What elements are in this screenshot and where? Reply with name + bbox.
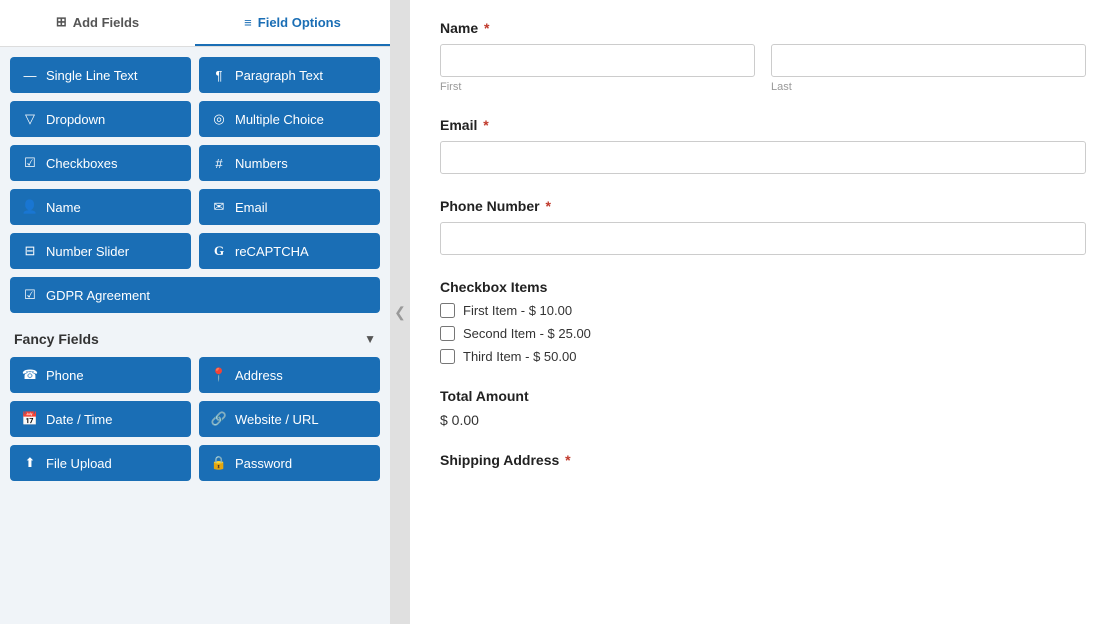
first-name-wrap: First <box>440 44 755 93</box>
field-btn-number-slider[interactable]: ⊟ Number Slider <box>10 233 191 269</box>
phone-required: * <box>542 198 551 214</box>
form-email-group: Email * <box>440 117 1086 174</box>
fancy-fields-section-header[interactable]: Fancy Fields ▼ <box>10 321 380 357</box>
checkbox-item-1-input[interactable] <box>440 303 455 318</box>
fancy-fields-label: Fancy Fields <box>14 331 99 347</box>
email-icon: ✉ <box>211 199 227 215</box>
field-btn-numbers[interactable]: # Numbers <box>199 145 380 181</box>
tab-field-options[interactable]: ≡ Field Options <box>195 0 390 46</box>
dropdown-icon: ▽ <box>22 111 38 127</box>
field-btn-recaptcha[interactable]: G reCAPTCHA <box>199 233 380 269</box>
field-btn-phone[interactable]: ☎ Phone <box>10 357 191 393</box>
website-url-icon: 🔗 <box>211 411 227 427</box>
form-name-group: Name * First Last <box>440 20 1086 93</box>
checkbox-items-list: First Item - $ 10.00 Second Item - $ 25.… <box>440 303 1086 364</box>
name-row: First Last <box>440 44 1086 93</box>
field-btn-gdpr[interactable]: ☑ GDPR Agreement <box>10 277 380 313</box>
form-total-amount-group: Total Amount $ 0.00 <box>440 388 1086 428</box>
field-btn-email[interactable]: ✉ Email <box>199 189 380 225</box>
phone-icon: ☎ <box>22 367 38 383</box>
tab-add-fields-label: Add Fields <box>73 15 139 30</box>
shipping-address-label: Shipping Address * <box>440 452 1086 468</box>
checkbox-item-1-label: First Item - $ 10.00 <box>463 303 572 318</box>
tab-field-options-label: Field Options <box>258 15 341 30</box>
file-upload-icon: ⬆ <box>22 455 38 471</box>
field-btn-paragraph-text[interactable]: ¶ Paragraph Text <box>199 57 380 93</box>
last-name-sub-label: Last <box>771 81 1086 93</box>
tab-add-fields[interactable]: ⊞ Add Fields <box>0 0 195 46</box>
name-label: Name * <box>440 20 1086 36</box>
first-name-sub-label: First <box>440 81 755 93</box>
phone-input[interactable] <box>440 222 1086 255</box>
single-line-text-icon: — <box>22 67 38 83</box>
checkbox-item-1: First Item - $ 10.00 <box>440 303 1086 318</box>
phone-number-label: Phone Number * <box>440 198 1086 214</box>
checkbox-item-2-input[interactable] <box>440 326 455 341</box>
checkbox-item-3-input[interactable] <box>440 349 455 364</box>
shipping-address-required: * <box>561 452 570 468</box>
last-name-wrap: Last <box>771 44 1086 93</box>
checkbox-item-2: Second Item - $ 25.00 <box>440 326 1086 341</box>
gdpr-icon: ☑ <box>22 287 38 303</box>
recaptcha-icon: G <box>211 243 227 259</box>
field-btn-single-line-text[interactable]: — Single Line Text <box>10 57 191 93</box>
date-time-icon: 📅 <box>22 411 38 427</box>
tab-bar: ⊞ Add Fields ≡ Field Options <box>0 0 390 47</box>
first-name-input[interactable] <box>440 44 755 77</box>
name-required: * <box>480 20 489 36</box>
right-panel: Name * First Last Email * Phone Number *… <box>410 0 1116 624</box>
field-btn-file-upload[interactable]: ⬆ File Upload <box>10 445 191 481</box>
fancy-fields-grid: ☎ Phone 📍 Address 📅 Date / Time 🔗 Websit… <box>10 357 380 481</box>
left-panel: ⊞ Add Fields ≡ Field Options — Single Li… <box>0 0 390 624</box>
gdpr-grid: ☑ GDPR Agreement <box>10 277 380 313</box>
field-btn-multiple-choice[interactable]: ◎ Multiple Choice <box>199 101 380 137</box>
password-icon: 🔒 <box>211 455 227 471</box>
checkbox-items-label: Checkbox Items <box>440 279 1086 295</box>
email-label: Email * <box>440 117 1086 133</box>
checkboxes-icon: ☑ <box>22 155 38 171</box>
total-amount-label: Total Amount <box>440 388 1086 404</box>
checkbox-item-2-label: Second Item - $ 25.00 <box>463 326 591 341</box>
multiple-choice-icon: ◎ <box>211 111 227 127</box>
checkbox-item-3-label: Third Item - $ 50.00 <box>463 349 576 364</box>
last-name-input[interactable] <box>771 44 1086 77</box>
paragraph-text-icon: ¶ <box>211 67 227 83</box>
form-shipping-address-group: Shipping Address * <box>440 452 1086 468</box>
checkbox-item-3: Third Item - $ 50.00 <box>440 349 1086 364</box>
email-input[interactable] <box>440 141 1086 174</box>
name-icon: 👤 <box>22 199 38 215</box>
number-slider-icon: ⊟ <box>22 243 38 259</box>
field-btn-date-time[interactable]: 📅 Date / Time <box>10 401 191 437</box>
field-btn-dropdown[interactable]: ▽ Dropdown <box>10 101 191 137</box>
total-amount-value: $ 0.00 <box>440 412 1086 428</box>
field-options-icon: ≡ <box>244 15 252 30</box>
standard-fields-grid: — Single Line Text ¶ Paragraph Text ▽ Dr… <box>10 57 380 269</box>
field-btn-password[interactable]: 🔒 Password <box>199 445 380 481</box>
add-fields-icon: ⊞ <box>56 14 67 30</box>
chevron-left-icon: ❮ <box>394 304 406 321</box>
field-btn-website-url[interactable]: 🔗 Website / URL <box>199 401 380 437</box>
field-btn-name[interactable]: 👤 Name <box>10 189 191 225</box>
panel-divider[interactable]: ❮ <box>390 0 410 624</box>
field-btn-checkboxes[interactable]: ☑ Checkboxes <box>10 145 191 181</box>
form-checkbox-group: Checkbox Items First Item - $ 10.00 Seco… <box>440 279 1086 364</box>
numbers-icon: # <box>211 155 227 171</box>
field-list-scroll[interactable]: — Single Line Text ¶ Paragraph Text ▽ Dr… <box>0 47 390 624</box>
address-icon: 📍 <box>211 367 227 383</box>
form-phone-group: Phone Number * <box>440 198 1086 255</box>
fancy-fields-collapse-icon: ▼ <box>364 332 376 346</box>
email-required: * <box>479 117 488 133</box>
field-btn-address[interactable]: 📍 Address <box>199 357 380 393</box>
